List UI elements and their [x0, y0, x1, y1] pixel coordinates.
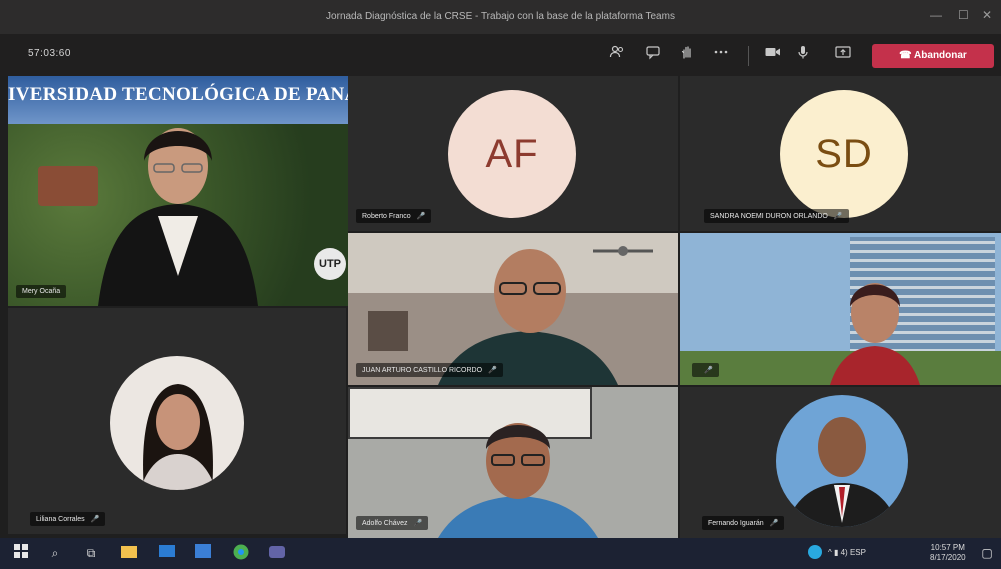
meeting-toolbar: 57:03:60 ☎ Abandonar	[0, 34, 1001, 76]
windows-taskbar: ⌕ ⧉ ^ ▮ 4) ESP 10:57 PM 8/17/2020 ▢	[0, 538, 1001, 569]
participant-name-adolfo: Adolfo Chávez 🎤	[356, 516, 429, 530]
task-view-icon[interactable]: ⧉	[82, 544, 100, 562]
teams-icon[interactable]	[268, 544, 286, 562]
video-grid: IVERSIDAD TECNOLÓGICA DE PANAM UTP Mery …	[0, 76, 1001, 538]
avatar-initials-sd: SD	[780, 90, 908, 218]
participant-name-text: SANDRA NOEMI DURON ORLANDO	[710, 213, 828, 220]
taskbar-clock[interactable]: 10:57 PM 8/17/2020	[930, 543, 966, 563]
chrome-icon[interactable]	[232, 544, 250, 562]
more-options-icon[interactable]	[710, 44, 732, 66]
windows-start-icon[interactable]	[12, 544, 30, 562]
participant-name-text: Mery Ocaña	[22, 288, 61, 295]
participant-name-sd: SANDRA NOEMI DURON ORLANDO 🎤	[704, 209, 849, 223]
microphone-icon: 🎤	[413, 520, 423, 527]
banner-text: IVERSIDAD TECNOLÓGICA DE PANAM	[8, 84, 348, 105]
network-icon[interactable]	[806, 544, 824, 562]
avatar-initials-af: AF	[448, 90, 576, 218]
ceiling-fan-icon	[593, 246, 653, 256]
video-tile-presenter[interactable]: IVERSIDAD TECNOLÓGICA DE PANAM UTP Mery …	[8, 76, 348, 306]
microphone-icon: 🎤	[704, 367, 713, 374]
store-icon[interactable]	[194, 544, 212, 562]
video-tile-yair[interactable]: 🎤	[680, 233, 1001, 385]
participant-name-text: Liliana Corrales	[36, 516, 85, 523]
participant-name-liliana: Liliana Corrales 🎤	[30, 512, 106, 526]
participant-figure-yair	[830, 283, 920, 385]
participant-name-fernando: Fernando Iguarán 🎤	[702, 516, 785, 530]
video-tile-sd[interactable]: SD SANDRA NOEMI DURON ORLANDO 🎤	[680, 76, 1001, 231]
meeting-timer: 57:03:60	[28, 48, 71, 59]
participant-name-text: Adolfo Chávez	[362, 520, 408, 527]
video-tile-af[interactable]: AF Roberto Franco 🎤	[348, 76, 678, 231]
participant-name-presenter: Mery Ocaña	[16, 285, 67, 298]
video-tile-juan[interactable]: JUAN ARTURO CASTILLO RICORDO 🎤	[348, 233, 678, 385]
microphone-icon: 🎤	[769, 520, 779, 527]
mail-icon[interactable]	[158, 544, 176, 562]
leave-button-label: Abandonar	[914, 50, 967, 61]
avatar-photo-liliana	[110, 356, 244, 490]
minimize-icon[interactable]: —	[930, 8, 942, 22]
door-frame	[368, 311, 408, 351]
participant-name-yair: 🎤	[692, 363, 719, 377]
participant-name-text: Roberto Franco	[362, 213, 411, 220]
raise-hand-icon[interactable]	[676, 44, 698, 66]
maximize-icon[interactable]: ☐	[958, 8, 969, 22]
phone-hangup-icon: ☎	[899, 50, 915, 61]
university-seal-icon: UTP	[314, 248, 346, 280]
camera-icon[interactable]	[762, 44, 784, 66]
clock-date: 8/17/2020	[930, 553, 966, 562]
microphone-icon: 🎤	[833, 213, 843, 220]
system-tray[interactable]: ^ ▮ 4) ESP	[828, 548, 866, 557]
search-icon[interactable]: ⌕	[46, 544, 64, 562]
avatar-photo-fernando	[776, 395, 908, 527]
microphone-icon: 🎤	[488, 367, 497, 374]
window-title: Jornada Diagnóstica de la CRSE - Trabajo…	[326, 11, 675, 22]
share-screen-icon[interactable]	[832, 44, 854, 66]
presenter-figure	[98, 128, 258, 306]
video-tile-adolfo[interactable]: Adolfo Chávez 🎤	[348, 387, 678, 538]
clock-time: 10:57 PM	[930, 543, 965, 552]
video-tile-fernando[interactable]: Fernando Iguarán 🎤	[680, 387, 1001, 538]
leave-button[interactable]: ☎ Abandonar	[872, 44, 994, 68]
close-icon[interactable]: ✕	[982, 8, 992, 22]
microphone-icon: 🎤	[90, 516, 100, 523]
toolbar-divider	[748, 46, 749, 66]
microphone-icon[interactable]	[792, 44, 814, 66]
chat-icon[interactable]	[642, 44, 664, 66]
participant-name-af: Roberto Franco 🎤	[356, 209, 432, 223]
participant-name-text: JUAN ARTURO CASTILLO RICORDO	[362, 367, 483, 374]
participant-figure-adolfo	[438, 423, 598, 538]
participant-name-juan: JUAN ARTURO CASTILLO RICORDO 🎤	[356, 363, 503, 377]
people-icon[interactable]	[606, 44, 628, 66]
microphone-icon: 🎤	[416, 213, 426, 220]
notifications-icon[interactable]: ▢	[978, 544, 996, 562]
video-tile-liliana[interactable]: Liliana Corrales 🎤	[8, 308, 346, 534]
participant-name-text: Fernando Iguarán	[708, 520, 764, 527]
window-title-bar: Jornada Diagnóstica de la CRSE - Trabajo…	[0, 0, 1001, 34]
file-explorer-icon[interactable]	[120, 544, 138, 562]
